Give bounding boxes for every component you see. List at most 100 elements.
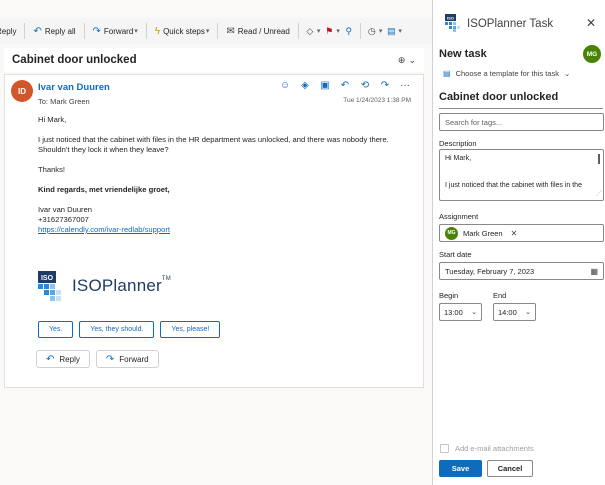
- suggested-reply-2[interactable]: Yes, they should.: [79, 321, 155, 338]
- user-avatar[interactable]: MG: [583, 45, 601, 63]
- toolbar-divider: [24, 23, 26, 39]
- description-line-2: I just noticed that the cabinet with fil…: [445, 182, 582, 189]
- isoplanner-addin-icon[interactable]: ▣: [319, 80, 331, 91]
- thanks-text: Thanks!: [38, 165, 66, 174]
- suggested-replies: Yes. Yes, they should. Yes, please!: [38, 321, 221, 338]
- more-icon[interactable]: ···: [399, 80, 411, 91]
- attachments-label: Add e-mail attachments: [455, 444, 534, 453]
- message-body: Hi Mark, I just noticed that the cabinet…: [38, 115, 418, 245]
- close-icon[interactable]: ✕: [586, 16, 596, 30]
- isoplanner-logo-icon: ISO: [38, 271, 61, 301]
- chevron-down-icon: ▾: [134, 28, 138, 35]
- tag-icon[interactable]: ◈: [299, 80, 311, 91]
- begin-label: Begin: [439, 291, 459, 300]
- message-card: ID Ivar van Duuren To: Mark Green ☺ ◈ ▣ …: [4, 74, 424, 388]
- toolbar-divider: [359, 23, 361, 39]
- save-button[interactable]: Save: [439, 460, 482, 477]
- toolbar-divider: [297, 23, 299, 39]
- suggested-reply-3[interactable]: Yes, please!: [160, 321, 221, 338]
- template-label: Choose a template for this task: [455, 69, 559, 78]
- body-line-2: Shouldn't they lock it when they leave?: [38, 145, 169, 154]
- logo-brand-mark: ISO: [41, 275, 54, 282]
- cancel-button[interactable]: Cancel: [487, 460, 533, 477]
- end-time-value: 14:00: [498, 307, 517, 317]
- signature-link[interactable]: https://calendly.com/ivar-redlab/support: [38, 225, 170, 234]
- assignee-name: Mark Green: [463, 228, 503, 238]
- toolbar-divider: [145, 23, 147, 39]
- attachments-option[interactable]: Add e-mail attachments: [440, 444, 534, 453]
- reply-button-bottom[interactable]: ↶ Reply: [36, 350, 90, 368]
- zoom-icon: ⊕: [397, 54, 406, 65]
- emoji-icon[interactable]: ☺: [279, 80, 291, 91]
- recipient-line: To: Mark Green: [38, 97, 90, 106]
- assignee-persona: MG Mark Green ✕: [445, 226, 518, 240]
- reply-actions: ↶ Reply ↷ Forward: [36, 350, 159, 368]
- ribbon-toolbar: Reply ↶ Reply all ↷ Forward ▾ ϟ Quick st…: [0, 18, 432, 44]
- tags-search-input[interactable]: Search for tags...: [439, 113, 604, 131]
- chevron-down-icon: ⌄: [408, 54, 416, 65]
- task-pane-brand-mark: ISO: [447, 16, 454, 21]
- forward-icon[interactable]: ↷: [379, 80, 391, 91]
- resize-grip-icon[interactable]: ⋰: [596, 190, 602, 199]
- task-pane-header: ISO ISOPlanner Task ✕: [433, 0, 605, 46]
- calendar-icon[interactable]: ▦: [590, 267, 598, 276]
- zoom-control[interactable]: ⊕ ⌄: [398, 55, 416, 66]
- quick-steps-button[interactable]: ϟ Quick steps ▾: [149, 21, 216, 41]
- forward-button-bottom[interactable]: ↷ Forward: [95, 350, 159, 368]
- attachments-checkbox[interactable]: [440, 444, 449, 453]
- pin-icon[interactable]: ⚲: [340, 21, 358, 41]
- sender-avatar[interactable]: ID: [11, 80, 33, 102]
- message-date: Tue 1/24/2023 1:38 PM: [343, 97, 411, 104]
- begin-time-select[interactable]: 13:00 ⌄: [439, 303, 482, 321]
- logo-text: ISOPlanner: [72, 276, 162, 295]
- greeting-text: Hi Mark,: [38, 115, 67, 124]
- description-textarea[interactable]: Hi Mark, I just noticed that the cabinet…: [439, 149, 604, 201]
- sender-name[interactable]: Ivar van Duuren: [38, 82, 110, 93]
- reply-all-button[interactable]: ↶ Reply all: [27, 21, 81, 41]
- forward-label: Forward: [119, 354, 149, 364]
- body-paragraph: I just noticed that the cabinet with fil…: [38, 135, 418, 155]
- forward-label: Forward: [103, 26, 134, 36]
- reply-icon[interactable]: ↶: [339, 80, 351, 91]
- to-label: To:: [38, 97, 49, 106]
- assignee-avatar: MG: [445, 226, 458, 240]
- reply-all-icon[interactable]: ⟲: [359, 80, 371, 91]
- toolbar-divider: [83, 23, 85, 39]
- read-unread-button[interactable]: ✉ Read / Unread: [220, 21, 295, 41]
- reply-button[interactable]: Reply: [0, 21, 22, 41]
- chevron-down-icon: ⌄: [525, 309, 531, 316]
- description-line-1: Hi Mark,: [445, 155, 472, 162]
- template-picker[interactable]: ▤ Choose a template for this task ⌄: [443, 69, 570, 78]
- task-heading: New task: [439, 48, 487, 60]
- reading-pane: Cabinet door unlocked ⊕ ⌄ ID Ivar van Du…: [0, 44, 432, 485]
- start-date-label: Start date: [439, 250, 472, 259]
- start-date-picker[interactable]: Tuesday, February 7, 2023 ▦: [439, 262, 604, 280]
- message-actions: ☺ ◈ ▣ ↶ ⟲ ↷ ···: [279, 80, 411, 91]
- logo-wordmark: ISOPlannerTM: [72, 276, 171, 296]
- chevron-down-icon[interactable]: ▾: [398, 27, 402, 35]
- end-time-select[interactable]: 14:00 ⌄: [493, 303, 536, 321]
- assignment-label: Assignment: [439, 212, 479, 221]
- suggested-reply-1[interactable]: Yes.: [38, 321, 74, 338]
- reply-label: Reply: [0, 26, 17, 36]
- reply-all-label: Reply all: [44, 26, 76, 36]
- remove-assignee-icon[interactable]: ✕: [511, 229, 518, 238]
- isoplanner-task-pane: ISO ISOPlanner Task ✕ New task MG ▤ Choo…: [432, 0, 605, 485]
- forward-button[interactable]: ↷ Forward ▾: [87, 21, 144, 41]
- signature-name: Ivar van Duuren: [38, 205, 93, 214]
- description-scrollbar[interactable]: [598, 154, 600, 164]
- message-subject: Cabinet door unlocked: [12, 54, 137, 66]
- start-date-value: Tuesday, February 7, 2023: [445, 266, 535, 276]
- template-icon: ▤: [443, 69, 451, 78]
- assignment-picker[interactable]: MG Mark Green ✕: [439, 224, 604, 242]
- envelope-icon: ✉: [226, 25, 235, 37]
- chevron-down-icon: ▾: [205, 28, 210, 35]
- recipient-name[interactable]: Mark Green: [50, 97, 90, 106]
- reply-label: Reply: [59, 354, 80, 364]
- lightning-icon: ϟ: [154, 25, 161, 37]
- task-name-input[interactable]: Cabinet door unlocked: [439, 91, 603, 109]
- regards-text: Kind regards, met vriendelijke groet,: [38, 185, 170, 194]
- reply-all-icon: ↶: [33, 25, 42, 37]
- chevron-down-icon: ⌄: [471, 309, 477, 316]
- isoplanner-logo-icon: ISO: [445, 14, 460, 32]
